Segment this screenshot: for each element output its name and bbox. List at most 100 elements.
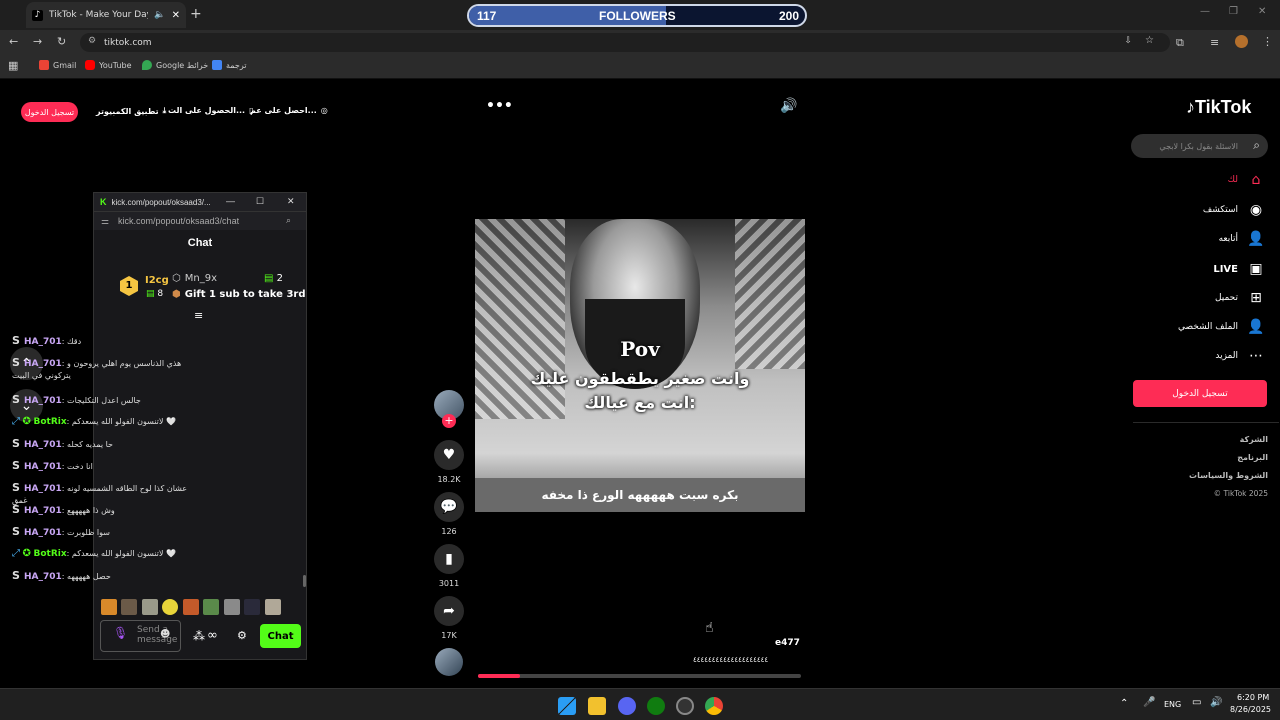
browser-menu-icon[interactable]: ⋮ bbox=[1262, 35, 1273, 48]
sidebar-login-button[interactable]: تسجيل الدخول bbox=[1133, 380, 1267, 407]
video-author[interactable]: e477 bbox=[775, 638, 800, 648]
collapse-leaderboard-icon[interactable]: ≡ bbox=[194, 309, 203, 322]
clock-date[interactable]: 8/26/2025 bbox=[1230, 705, 1271, 714]
chat-username[interactable]: HA_701 bbox=[24, 462, 62, 472]
discord-icon[interactable] bbox=[618, 697, 636, 715]
kick-points-icon[interactable]: ⁂ bbox=[193, 629, 205, 643]
chat-username[interactable]: HA_701 bbox=[24, 440, 62, 450]
top-login-button[interactable]: تسجيل الدخول bbox=[21, 102, 78, 122]
chat-username[interactable]: BotRix bbox=[33, 549, 66, 559]
file-explorer-icon[interactable] bbox=[588, 697, 606, 715]
chat-settings-icon[interactable]: ⚙ bbox=[237, 629, 247, 642]
nav-profile[interactable]: الملف الشخصي 👤 bbox=[1178, 319, 1265, 335]
chat-message-input[interactable]: Send a message 🎙 ☻ bbox=[100, 620, 181, 652]
footer-terms-link[interactable]: الشروط والسياسات bbox=[1189, 471, 1268, 480]
close-tab-icon[interactable]: ✕ bbox=[172, 10, 180, 21]
tray-microphone-icon[interactable]: 🎤 bbox=[1143, 697, 1155, 708]
microphone-icon[interactable]: 🎙 bbox=[113, 627, 128, 639]
search-icon[interactable]: ⌕ bbox=[1253, 138, 1260, 153]
nav-following[interactable]: أتابعه 👤 bbox=[1219, 231, 1265, 247]
maximize-window-icon[interactable]: ❐ bbox=[1229, 6, 1238, 17]
chat-username[interactable]: BotRix bbox=[33, 417, 66, 427]
nav-more[interactable]: المزيد ⋯ bbox=[1215, 348, 1264, 364]
tiktok-logo[interactable]: ♪TikTok bbox=[1186, 97, 1251, 118]
system-tray-chevron-icon[interactable]: ⌃ bbox=[1120, 698, 1128, 709]
footer-company-link[interactable]: الشركة bbox=[1240, 435, 1268, 444]
back-icon[interactable]: ← bbox=[9, 35, 18, 48]
popout-maximize-icon[interactable]: ☐ bbox=[256, 196, 264, 207]
volume-icon[interactable]: 🔊 bbox=[780, 98, 797, 114]
emote-icon[interactable] bbox=[101, 599, 117, 615]
leaderboard-rank1-name[interactable]: I2cg bbox=[145, 275, 169, 286]
chat-username[interactable]: HA_701 bbox=[24, 484, 62, 494]
emote-icon[interactable] bbox=[244, 599, 260, 615]
extensions-icon[interactable]: ⧉ bbox=[1176, 36, 1184, 50]
xbox-icon[interactable] bbox=[647, 697, 665, 715]
bookmark-google-maps[interactable]: Google خرائط bbox=[142, 60, 208, 70]
video-progress-bar[interactable] bbox=[478, 674, 801, 678]
chat-username[interactable]: HA_701 bbox=[24, 359, 62, 369]
bookmark-star-icon[interactable]: ☆ bbox=[1145, 35, 1154, 46]
follow-plus-icon[interactable]: + bbox=[442, 414, 456, 428]
display-icon[interactable]: ▭ bbox=[1192, 697, 1201, 708]
like-button[interactable]: ♥ 18.2K bbox=[434, 440, 464, 484]
creator-avatar[interactable]: + bbox=[434, 390, 464, 428]
top-get-coins-link[interactable]: احصل على عم... ◎ bbox=[250, 106, 328, 115]
profile-avatar-icon[interactable] bbox=[1235, 35, 1248, 48]
emoji-icon[interactable]: ☻ bbox=[160, 630, 170, 640]
share-button[interactable]: ➦ 17K bbox=[434, 596, 464, 640]
chat-username[interactable]: HA_701 bbox=[24, 506, 62, 516]
leaderboard-rank2[interactable]: ⬡ Mn_9x bbox=[172, 273, 217, 284]
recording-app-icon[interactable] bbox=[676, 697, 694, 715]
chat-scrollbar[interactable] bbox=[303, 575, 306, 587]
save-button[interactable]: ▮ 3011 bbox=[434, 544, 464, 588]
bookmark-gmail[interactable]: Gmail bbox=[39, 60, 76, 70]
input-language[interactable]: ENG bbox=[1164, 700, 1181, 709]
site-info-icon[interactable]: ⚙ bbox=[88, 36, 96, 46]
emote-icon[interactable] bbox=[142, 599, 158, 615]
bookmark-translate[interactable]: ترجمة bbox=[212, 60, 247, 70]
nav-upload[interactable]: تحميل ⊞ bbox=[1215, 290, 1264, 306]
chat-username[interactable]: HA_701 bbox=[24, 572, 62, 582]
forward-icon[interactable]: → bbox=[33, 35, 42, 48]
emote-icon[interactable] bbox=[121, 599, 137, 615]
chat-send-button[interactable]: Chat bbox=[260, 624, 301, 648]
apps-grid-icon[interactable]: ▦ bbox=[8, 59, 18, 72]
emote-icon[interactable] bbox=[265, 599, 281, 615]
popout-minimize-icon[interactable]: — bbox=[226, 196, 235, 206]
reading-list-icon[interactable]: ≡ bbox=[1210, 36, 1219, 49]
music-disc[interactable] bbox=[434, 648, 464, 676]
emote-icon[interactable] bbox=[224, 599, 240, 615]
mute-tab-icon[interactable]: 🔈 bbox=[154, 10, 165, 20]
leaderboard-rank3[interactable]: ⬢ Gift 1 sub to take 3rd bbox=[172, 289, 306, 300]
zoom-icon[interactable]: ⌕ bbox=[286, 215, 291, 226]
clock-time[interactable]: 6:20 PM bbox=[1237, 693, 1269, 702]
chat-username[interactable]: HA_701 bbox=[24, 528, 62, 538]
minimize-window-icon[interactable]: — bbox=[1200, 6, 1210, 17]
more-options-icon[interactable]: ••• bbox=[486, 98, 513, 114]
video-player[interactable]: Pov وانت صغير يطقطقون عليك انت مع عيالك:… bbox=[475, 219, 805, 512]
footer-program-link[interactable]: البرنامج bbox=[1237, 453, 1268, 462]
infinity-icon[interactable]: ∞ bbox=[207, 628, 218, 643]
new-tab-icon[interactable]: + bbox=[190, 6, 202, 22]
windows-start-icon[interactable] bbox=[558, 697, 576, 715]
nav-for-you[interactable]: لك ⌂ bbox=[1228, 172, 1264, 188]
chat-username[interactable]: HA_701 bbox=[24, 337, 62, 347]
popout-close-icon[interactable]: ✕ bbox=[287, 196, 295, 207]
nav-live[interactable]: LIVE ▣ bbox=[1213, 261, 1264, 277]
comment-button[interactable]: 💬 126 bbox=[434, 492, 464, 536]
chrome-icon[interactable] bbox=[705, 697, 723, 715]
browser-tab[interactable]: ♪ TikTok - Make Your Day 🔈 ✕ bbox=[26, 2, 186, 28]
emote-icon[interactable] bbox=[203, 599, 219, 615]
reload-icon[interactable]: ↻ bbox=[57, 35, 66, 48]
install-app-icon[interactable]: ⇩ bbox=[1124, 36, 1132, 46]
emote-icon[interactable] bbox=[183, 599, 199, 615]
tune-icon[interactable]: ⚌ bbox=[101, 216, 109, 227]
chat-username[interactable]: HA_701 bbox=[24, 396, 62, 406]
bookmark-youtube[interactable]: YouTube bbox=[85, 60, 132, 70]
emote-icon[interactable] bbox=[162, 599, 178, 615]
volume-tray-icon[interactable]: 🔊 bbox=[1210, 697, 1222, 708]
top-get-app-link[interactable]: الحصول على الت... ▯ bbox=[168, 106, 254, 115]
top-desktop-app-link[interactable]: تطبيق الكمبيوتر ⤓ bbox=[96, 106, 166, 116]
address-bar[interactable]: ⚙ tiktok.com ⇩ ☆ bbox=[80, 33, 1170, 52]
